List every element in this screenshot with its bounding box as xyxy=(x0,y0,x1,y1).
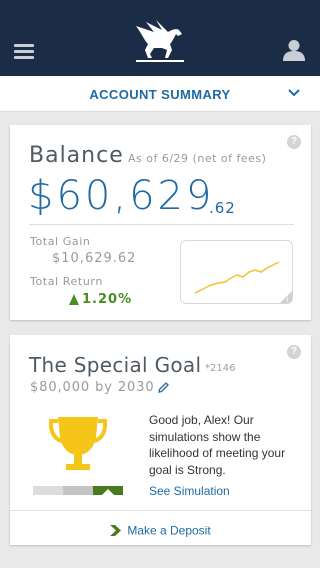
account-summary-title: ACCOUNT SUMMARY xyxy=(89,87,231,102)
performance-sparkline[interactable]: i xyxy=(180,240,293,304)
total-gain-label: Total Gain xyxy=(30,235,91,248)
balance-card: ? Balance As of 6/29 (net of fees) $60,6… xyxy=(10,125,311,320)
see-simulation-link[interactable]: See Simulation xyxy=(149,484,230,498)
total-return-value: 1.20% xyxy=(82,292,133,307)
pencil-icon[interactable] xyxy=(157,381,170,394)
menu-icon[interactable] xyxy=(14,44,34,60)
user-icon[interactable] xyxy=(282,38,306,62)
goal-card[interactable]: ? The Special Goal *2146 $80,000 by 2030… xyxy=(10,335,311,545)
sparkline-chart: i xyxy=(194,261,292,304)
balance-title: Balance xyxy=(29,143,124,168)
meter-indicator-icon xyxy=(102,489,114,495)
meter-segment-low xyxy=(33,486,63,495)
top-app-bar xyxy=(0,0,320,76)
goal-title: The Special Goal xyxy=(29,353,202,377)
account-summary-selector[interactable]: ACCOUNT SUMMARY xyxy=(0,76,320,112)
goal-status-message: Good job, Alex! Our simulations show the… xyxy=(149,413,286,477)
chevron-right-icon xyxy=(110,525,122,536)
goal-account-id: *2146 xyxy=(205,363,236,374)
chevron-down-icon[interactable] xyxy=(288,89,300,97)
balance-cents: .62 xyxy=(209,199,236,217)
total-return-label: Total Return xyxy=(30,275,103,288)
balance-as-of: As of 6/29 (net of fees) xyxy=(128,152,267,165)
make-deposit-button[interactable]: Make a Deposit xyxy=(10,520,311,539)
total-gain-value: $10,629.62 xyxy=(52,251,137,266)
divider xyxy=(10,510,311,511)
help-icon[interactable]: ? xyxy=(287,135,301,149)
goal-target: $80,000 by 2030 xyxy=(30,380,155,395)
divider xyxy=(29,224,294,225)
make-deposit-label: Make a Deposit xyxy=(127,523,211,538)
likelihood-meter xyxy=(33,486,123,495)
trophy-icon xyxy=(48,417,108,470)
help-icon[interactable]: ? xyxy=(287,345,301,359)
balance-amount: $60,629 xyxy=(28,173,215,219)
info-icon: i xyxy=(286,295,288,304)
pegasus-logo-icon[interactable] xyxy=(132,18,188,66)
meter-segment-mid xyxy=(63,486,93,495)
up-arrow-icon xyxy=(69,294,79,305)
